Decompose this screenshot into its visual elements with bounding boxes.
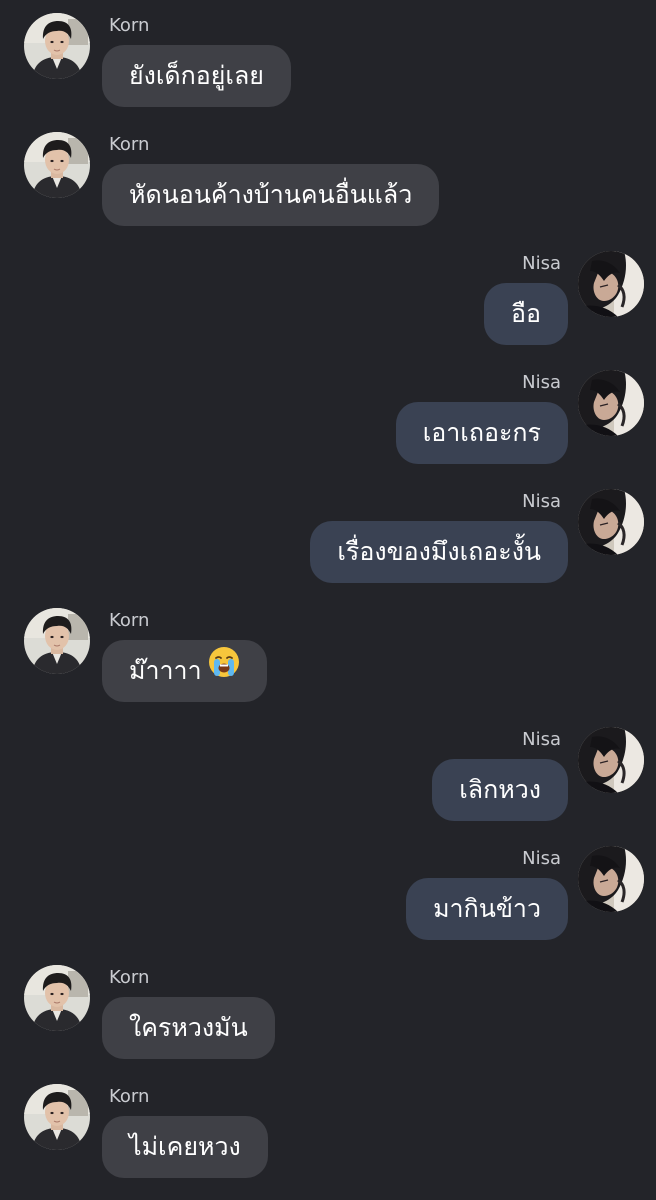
message-bubble[interactable]: เลิกหวง [432,759,568,821]
sender-name: Nisa [522,729,561,750]
sender-name: Nisa [522,372,561,393]
message-bubble[interactable]: หัดนอนค้างบ้านคนอื่นแล้ว [102,164,440,226]
message-row: Nisa อือ [0,251,656,361]
sender-name: Nisa [522,491,561,512]
avatar[interactable] [578,370,644,436]
message-bubble[interactable]: เอาเถอะกร [395,402,568,464]
message-bubble[interactable]: ไม่เคยหวง [102,1116,268,1178]
avatar[interactable] [24,13,90,79]
sender-name: Korn [109,967,150,988]
message-bubble[interactable]: อือ [483,283,568,345]
message-row: Korn ม๊าาาา [0,608,656,718]
message-bubble[interactable]: ม๊าาาา [102,640,267,702]
message-bubble[interactable]: มากินข้าว [406,878,568,940]
message-bubble[interactable]: ใครหวงมัน [102,997,275,1059]
message-row: Nisa มากินข้าว [0,846,656,956]
avatar[interactable] [578,846,644,912]
message-bubble[interactable]: เรื่องของมึงเถอะงั้น [310,521,568,583]
avatar[interactable] [578,727,644,793]
message-text: ม๊าาาา [129,656,202,685]
avatar[interactable] [24,965,90,1031]
avatar[interactable] [578,489,644,555]
sender-name: Korn [109,1086,150,1107]
sender-name: Korn [109,610,150,631]
loudly-crying-face-icon [208,639,240,701]
sender-name: Korn [109,15,150,36]
sender-name: Nisa [522,848,561,869]
message-row: Korn ใครหวงมัน [0,965,656,1075]
sender-name: Korn [109,134,150,155]
message-bubble[interactable]: ยังเด็กอยู่เลย [102,45,291,107]
avatar[interactable] [24,132,90,198]
message-row: Korn ยังเด็กอยู่เลย [0,13,656,123]
avatar[interactable] [24,608,90,674]
message-row: Korn ไม่เคยหวง [0,1084,656,1194]
message-row: Nisa เรื่องของมึงเถอะงั้น [0,489,656,599]
message-row: Nisa เลิกหวง [0,727,656,837]
chat-thread: Korn ยังเด็กอยู่เลย Korn หัดนอนค้างบ้านค… [0,0,656,1200]
avatar[interactable] [24,1084,90,1150]
sender-name: Nisa [522,253,561,274]
message-row: Korn หัดนอนค้างบ้านคนอื่นแล้ว [0,132,656,242]
avatar[interactable] [578,251,644,317]
message-row: Nisa เอาเถอะกร [0,370,656,480]
